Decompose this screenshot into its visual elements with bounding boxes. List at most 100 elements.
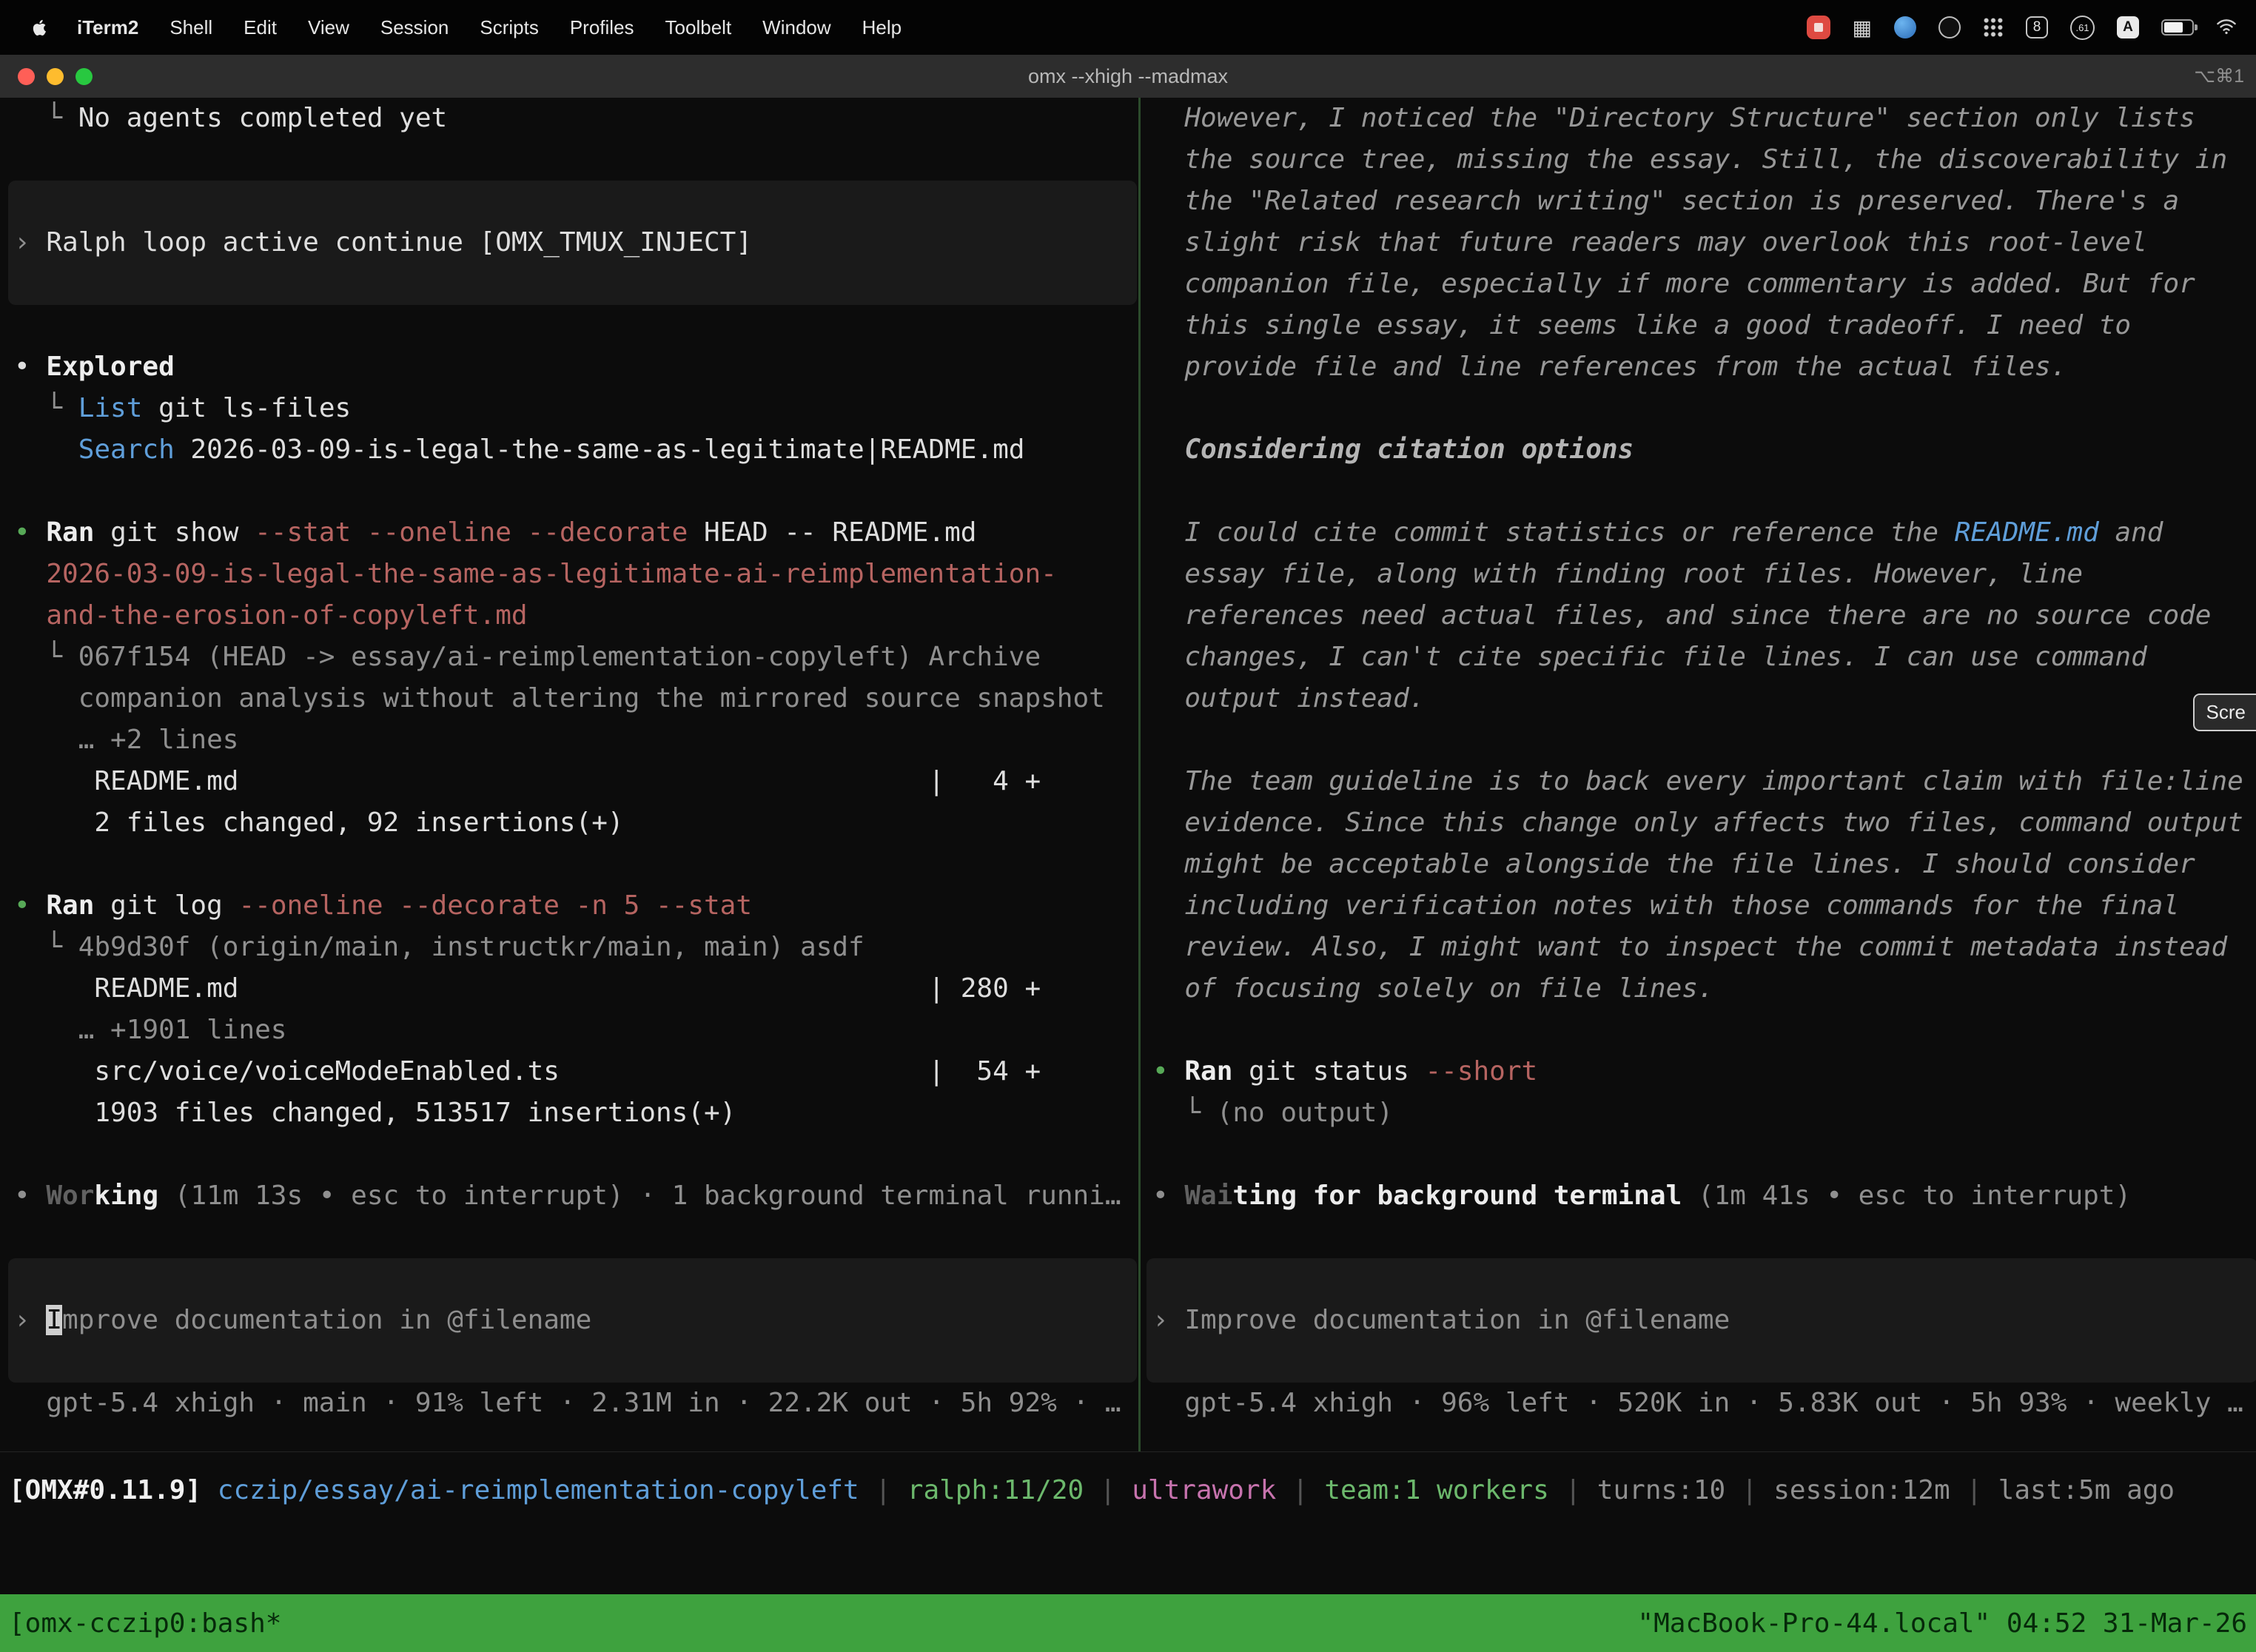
ran-git-show: • Ran git show --stat --oneline --decora…: [14, 512, 1131, 554]
text-segment: I could cite commit statistics or refere…: [1152, 517, 1955, 548]
box-padding: [14, 1341, 1131, 1383]
close-button[interactable]: [18, 68, 35, 85]
prompt-input[interactable]: › Improve documentation in @filename: [1147, 1258, 2256, 1383]
text-segment: |: [859, 1475, 907, 1505]
screen-edge-tooltip[interactable]: Scre: [2193, 694, 2256, 731]
menu-item-iterm2[interactable]: iTerm2: [63, 0, 152, 55]
thinking-line: might be acceptable alongside the file l…: [1152, 844, 2252, 885]
text-segment: ultrawork: [1132, 1475, 1276, 1505]
ralph-banner-line: › Ralph loop active continue [OMX_TMUX_I…: [14, 222, 1131, 263]
git-log-out-2: … +1901 lines: [14, 1010, 1131, 1051]
screen-recording-icon[interactable]: [1807, 16, 1830, 39]
text-segment: (11m 13s • esc to interrupt) · 1 backgro…: [158, 1181, 1121, 1211]
box-padding: [14, 1258, 1131, 1300]
menu-item-profiles[interactable]: Profiles: [556, 0, 648, 55]
thinking-line: However, I noticed the "Directory Struct…: [1152, 98, 2252, 139]
thinking-line: the "Related research writing" section i…: [1152, 181, 2252, 222]
git-show-arg-1: 2026-03-09-is-legal-the-same-as-legitima…: [14, 554, 1131, 595]
text-segment: |: [1276, 1475, 1324, 1505]
blank-line: [1152, 719, 2252, 761]
tmux-session-window[interactable]: [omx-cczip0:bash*: [9, 1608, 281, 1639]
text-segment: Ran: [1184, 1056, 1232, 1087]
thinking-line: references need actual files, and since …: [1152, 595, 2252, 637]
app-circle-icon[interactable]: [1938, 16, 1961, 38]
text-segment: Ran: [46, 517, 94, 548]
left-terminal-pane[interactable]: └ No agents completed yet› Ralph loop ac…: [0, 98, 1138, 1451]
text-segment: └ 4b9d30f (origin/main, instructkr/main,…: [14, 932, 865, 962]
thinking-line: changes, I can't cite specific file line…: [1152, 637, 2252, 678]
dots-grid-icon[interactable]: [1983, 17, 2004, 38]
waiting-status-line: • Waiting for background terminal (1m 41…: [1152, 1175, 2252, 1217]
menu-item-session[interactable]: Session: [366, 0, 463, 55]
thinking-line: companion file, especially if more comme…: [1152, 263, 2252, 305]
text-segment: mprove documentation in @filename: [62, 1305, 591, 1335]
thinking-line: review. Also, I might want to inspect th…: [1152, 927, 2252, 968]
battery-icon[interactable]: [2161, 19, 2194, 36]
explored-list: └ List git ls-files: [14, 388, 1131, 429]
text-segment: and-the-erosion-of-copyleft.md: [14, 600, 528, 631]
zoom-button[interactable]: [75, 68, 93, 85]
text-segment: … +2 lines: [14, 725, 238, 755]
prompt-input-line[interactable]: › Improve documentation in @filename: [14, 1300, 1131, 1341]
text-segment: [201, 1475, 218, 1505]
menu-item-scripts[interactable]: Scripts: [466, 0, 552, 55]
apple-logo-icon[interactable]: [19, 18, 60, 38]
text-segment: evidence. Since this change only affects…: [1152, 807, 2243, 838]
key-8-icon[interactable]: 8: [2026, 16, 2048, 38]
text-segment: ralph:11/20: [907, 1475, 1084, 1505]
text-segment: 1903 files changed, 513517 insertions(+): [14, 1098, 736, 1128]
blank-line: [14, 471, 1131, 512]
menu-item-toolbelt[interactable]: Toolbelt: [651, 0, 746, 55]
menu-bar: iTerm2 Shell Edit View Session Scripts P…: [0, 0, 2256, 55]
thinking-line: slight risk that future readers may over…: [1152, 222, 2252, 263]
input-source-icon[interactable]: A: [2117, 16, 2139, 38]
text-segment: git ls-files: [142, 393, 351, 423]
model-status-line: gpt-5.4 xhigh · 96% left · 520K in · 5.8…: [1152, 1383, 2252, 1424]
text-segment: ting for background terminal: [1232, 1181, 1682, 1211]
model-status-line: gpt-5.4 xhigh · main · 91% left · 2.31M …: [14, 1383, 1131, 1424]
text-segment: |: [1950, 1475, 1998, 1505]
text-segment: src/voice/voiceModeEnabled.ts | 54 +: [14, 1056, 1041, 1087]
wifi-icon[interactable]: [2216, 16, 2237, 40]
menu-bar-status-icons: ▦ 8 .61 A: [1807, 16, 2237, 40]
menu-item-view[interactable]: View: [294, 0, 363, 55]
thinking-line: I could cite commit statistics or refere…: [1152, 512, 2252, 554]
thinking-line: of focusing solely on file lines.: [1152, 968, 2252, 1010]
text-segment: I: [46, 1305, 62, 1335]
text-segment: this single essay, it seems like a good …: [1152, 310, 2131, 340]
thinking-line: evidence. Since this change only affects…: [1152, 802, 2252, 844]
text-segment: └: [14, 393, 78, 423]
menu-item-edit[interactable]: Edit: [229, 0, 291, 55]
menu-item-window[interactable]: Window: [748, 0, 845, 55]
git-show-stat-2: 2 files changed, 92 insertions(+): [14, 802, 1131, 844]
text-segment: › Improve documentation in @filename: [1152, 1305, 1730, 1335]
text-segment: git log: [94, 890, 238, 921]
git-log-out-1: └ 4b9d30f (origin/main, instructkr/main,…: [14, 927, 1131, 968]
text-segment: •: [14, 890, 46, 921]
blank-line: [1152, 1217, 2252, 1258]
git-show-out-3: … +2 lines: [14, 719, 1131, 761]
git-status-out: └ (no output): [1152, 1092, 2252, 1134]
right-terminal-pane[interactable]: However, I noticed the "Directory Struct…: [1141, 98, 2256, 1451]
prompt-input-line[interactable]: › Improve documentation in @filename: [1152, 1300, 2252, 1341]
battery-percent-icon[interactable]: .61: [2070, 16, 2095, 40]
tmux-host-clock: "MacBook-Pro-44.local" 04:52 31-Mar-26: [1637, 1608, 2247, 1639]
text-segment: gpt-5.4 xhigh · 96% left · 520K in · 5.8…: [1152, 1388, 2243, 1418]
menu-bar-left: iTerm2 Shell Edit View Session Scripts P…: [19, 0, 916, 55]
thinking-line: this single essay, it seems like a good …: [1152, 305, 2252, 346]
prompt-input[interactable]: › Improve documentation in @filename: [8, 1258, 1137, 1383]
text-segment: Ran: [46, 890, 94, 921]
working-status-line: • Working (11m 13s • esc to interrupt) ·…: [14, 1175, 1131, 1217]
text-segment: companion analysis without altering the …: [14, 683, 1105, 713]
text-segment: README.md | 280 +: [14, 973, 1041, 1004]
explored-header: • Explored: [14, 346, 1131, 388]
app-swirl-icon[interactable]: [1894, 16, 1916, 38]
menu-item-shell[interactable]: Shell: [155, 0, 226, 55]
grid-icon[interactable]: ▦: [1853, 16, 1872, 40]
text-segment: turns:10: [1597, 1475, 1725, 1505]
menu-item-help[interactable]: Help: [848, 0, 916, 55]
text-segment: the "Related research writing" section i…: [1152, 186, 2179, 216]
text-segment: the source tree, missing the essay. Stil…: [1152, 144, 2227, 175]
text-segment: session:12m: [1773, 1475, 1950, 1505]
minimize-button[interactable]: [47, 68, 64, 85]
